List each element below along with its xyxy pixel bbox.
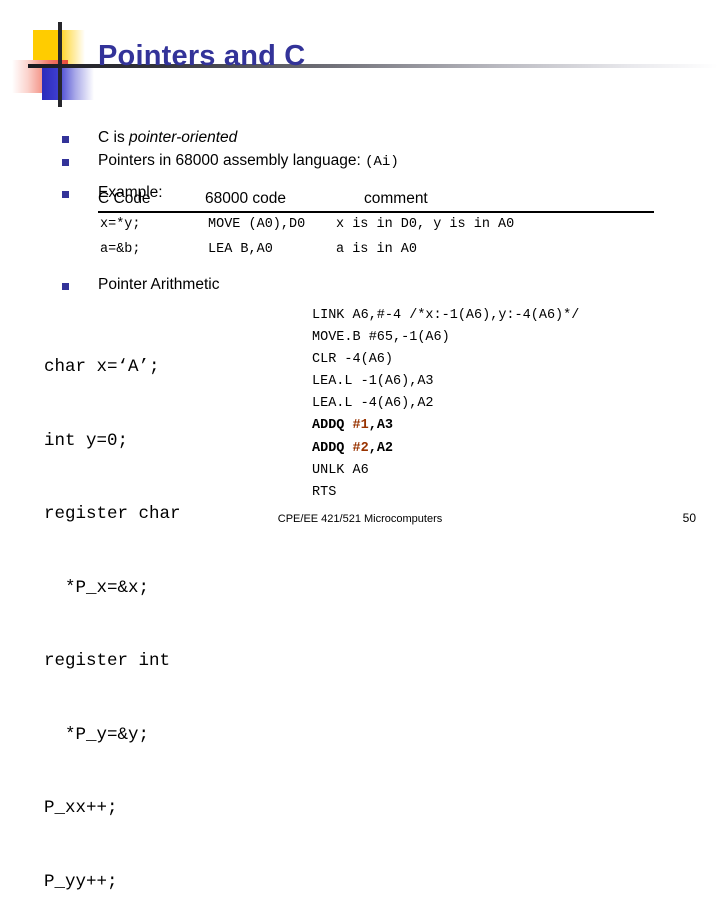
cell-68000-code: MOVE (A0),D0 <box>208 217 306 232</box>
assembly-mnemonic: MOVE.B #65,-1(A6) <box>312 330 450 346</box>
bullet-marker-icon <box>62 136 69 143</box>
assembly-code-line: ADDQ #2,A2 <box>312 438 579 460</box>
table-row: a=&b; LEA B,A0 a is in A0 <box>98 238 654 263</box>
assembly-code-line: MOVE.B #65,-1(A6) <box>312 327 579 349</box>
bullet-item-2-text: Pointers in 68000 assembly language: (Ai… <box>98 152 399 170</box>
c-code-line: P_xx++; <box>44 798 118 818</box>
c-code-line: char x=‘A’; <box>44 357 160 377</box>
assembly-operand: ,A2 <box>368 440 394 456</box>
assembly-mnemonic: LINK A6,#-4 /*x:-1(A6),y:-4(A6)*/ <box>312 308 580 323</box>
assembly-mnemonic: UNLK A6 <box>312 462 369 478</box>
bullet-item-2-mono: (Ai) <box>365 154 399 170</box>
assembly-mnemonic: LEA.L -4(A6),A2 <box>312 396 434 412</box>
assembly-mnemonic: CLR -4(A6) <box>312 352 394 368</box>
bullet-marker-icon <box>62 159 69 166</box>
column-header-c-code: C Code <box>98 190 151 207</box>
assembly-code-line: LEA.L -1(A6),A3 <box>312 371 579 393</box>
column-header-comment: comment <box>364 190 428 207</box>
bullet-marker-icon <box>62 283 69 290</box>
assembly-code-line: LINK A6,#-4 /*x:-1(A6),y:-4(A6)*/ <box>312 305 579 327</box>
code-comparison-table: C Code 68000 code comment x=*y; MOVE (A0… <box>98 190 654 263</box>
c-code-line: P_yy++; <box>44 871 118 892</box>
assembly-code-line: LEA.L -4(A6),A2 <box>312 393 579 415</box>
assembly-immediate-operand: #1 <box>352 418 369 434</box>
bullet-marker-icon <box>62 191 69 198</box>
assembly-mnemonic: RTS <box>312 484 337 500</box>
cell-comment: x is in D0, y is in A0 <box>336 217 515 232</box>
bullet-item-4-text: Pointer Arithmetic <box>98 276 220 293</box>
assembly-mnemonic: ADDQ <box>312 440 353 456</box>
footer-page-number: 50 <box>682 511 696 525</box>
c-code-line: *P_x=&x; <box>44 577 150 598</box>
assembly-mnemonic: ADDQ <box>312 418 353 434</box>
assembly-code-line: RTS <box>312 482 579 504</box>
cell-comment: a is in A0 <box>336 242 418 257</box>
c-source-code-block: char x=‘A’; int y=0; register char *P_x=… <box>44 306 181 919</box>
cell-68000-code: LEA B,A0 <box>208 242 273 257</box>
assembly-code-line: ADDQ #1,A3 <box>312 415 579 437</box>
assembly-code-line: UNLK A6 <box>312 460 579 482</box>
assembly-code-block: LINK A6,#-4 /*x:-1(A6),y:-4(A6)*/ MOVE.B … <box>312 305 579 504</box>
assembly-code-line: CLR -4(A6) <box>312 349 579 371</box>
c-code-line: register int <box>44 651 171 671</box>
assembly-mnemonic: LEA.L -1(A6),A3 <box>312 374 434 390</box>
cell-c-code: a=&b; <box>100 242 141 257</box>
footer-course-label: CPE/EE 421/521 Microcomputers <box>277 513 443 525</box>
c-code-line: int y=0; <box>44 430 129 451</box>
c-code-line: *P_y=&y; <box>44 724 150 745</box>
bullet-item-1-text: C is pointer-oriented <box>98 129 238 146</box>
bullet-item-1-emphasis: pointer-oriented <box>129 129 238 146</box>
assembly-operand: ,A3 <box>368 418 394 434</box>
assembly-immediate-operand: #2 <box>352 440 369 456</box>
page-title: Pointers and C <box>98 40 306 72</box>
table-header-row: C Code 68000 code comment <box>98 190 654 213</box>
column-header-68000-code: 68000 code <box>205 190 287 207</box>
decoration-blue-rectangle <box>42 67 94 100</box>
cell-c-code: x=*y; <box>100 217 141 232</box>
table-row: x=*y; MOVE (A0),D0 x is in D0, y is in A… <box>98 213 654 238</box>
